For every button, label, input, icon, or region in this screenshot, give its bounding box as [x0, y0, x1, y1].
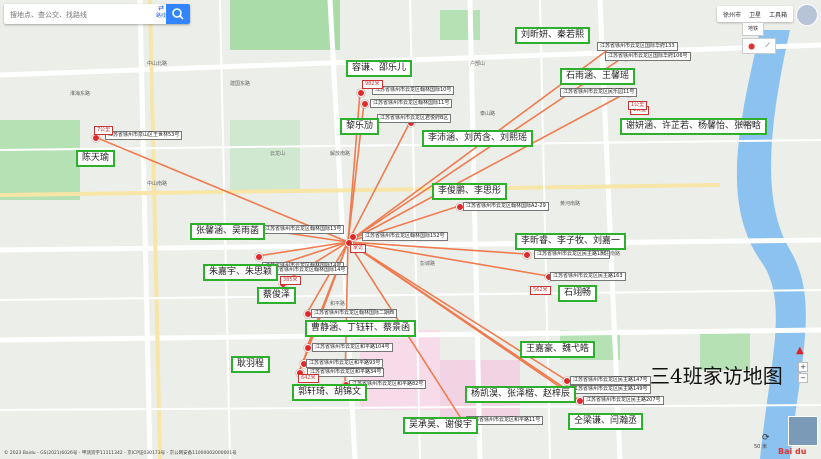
address-label: 江苏省徐州市云龙区民主路147号: [570, 376, 651, 385]
address-label: 江苏省徐州市云龙区和平路93号: [306, 359, 384, 368]
map-tools: ⬤ ⟋: [742, 38, 776, 54]
toolbox-button[interactable]: 工具箱: [769, 10, 787, 19]
location-pin[interactable]: [361, 100, 369, 108]
location-pin[interactable]: [349, 233, 357, 241]
location-pin[interactable]: [92, 134, 100, 142]
street-view-thumbnail[interactable]: [788, 416, 818, 446]
distance-tag: 982米: [362, 80, 383, 89]
address-label: 江苏省徐州市云龙区翰林国际10号: [372, 86, 455, 95]
street-label: 云龙山: [270, 151, 286, 157]
address-label: 江苏省徐州市云龙区民主路163: [550, 272, 626, 281]
address-label: 江苏省徐州市泉山区王世林53号: [105, 131, 183, 140]
address-label: 江苏省徐州市云龙区国际华府106号: [605, 52, 691, 61]
distance-tag: 642米: [298, 374, 319, 383]
address-label: 江苏省徐州市云龙区国际华府133: [597, 42, 678, 51]
map-app[interactable]: ⇄ 路线 徐州市 卫星 工具箱 地铁 ⬤ ⟋ 家访 江苏省徐州市云龙区国际华府13…: [0, 0, 821, 459]
city-selector[interactable]: 徐州市: [723, 10, 741, 19]
street-label: 户部山: [470, 61, 486, 67]
compass-icon[interactable]: ▲: [796, 345, 806, 357]
address-label: 江苏省徐州市云龙区民主路136: [534, 250, 610, 259]
student-label: 杨凯淏、张泽楷、赵梓辰: [465, 386, 577, 403]
route-label: 路线: [155, 13, 166, 19]
search-icon: [172, 8, 184, 20]
park-area: [440, 10, 480, 40]
student-label: 刘昕妍、秦若熙: [515, 27, 591, 44]
street-label: 黄河南路: [560, 201, 581, 207]
location-pin[interactable]: [523, 251, 531, 259]
hub-label: 家访: [350, 244, 367, 253]
student-label: 仝梁谦、闫瀚丞: [568, 413, 644, 430]
student-label: 李俊鹏、李思彤: [432, 183, 508, 200]
address-label: 江苏省徐州市云龙区翰林国际A2-29: [463, 202, 549, 211]
address-label: 江苏省徐州市云龙区翰林国际11号: [370, 99, 453, 108]
street-label: 淮海东路: [70, 91, 91, 97]
satellite-button[interactable]: 卫星: [749, 10, 761, 19]
distance-tag: 1公里: [628, 101, 648, 110]
student-label: 张馨涵、吴雨菡: [190, 223, 266, 240]
student-label: 李沛涵、刘芮含、刘熙瑶: [422, 130, 534, 147]
search-bar: ⇄ 路线: [4, 4, 190, 24]
distance-tag: 562米: [530, 286, 551, 295]
street-label: 中山北路: [147, 61, 168, 67]
distance-tag: 7公里: [94, 126, 114, 135]
measure-icon[interactable]: ⟋: [766, 42, 770, 50]
student-label: 石雨涵、王馨瑶: [560, 68, 636, 85]
student-label: 王嘉豪、魏弋皓: [520, 341, 596, 358]
street-label: 建国东路: [230, 81, 251, 87]
street-label: 故黄河: [740, 121, 756, 127]
student-label: 黎乐劢: [340, 118, 380, 135]
student-label: 朱嘉宇、朱思颖: [203, 264, 279, 281]
street-label: 民主南路: [600, 251, 621, 257]
student-label: 陈天瑜: [76, 150, 116, 167]
address-label: 江苏省徐州市云龙区和平路104号: [312, 343, 393, 352]
address-label: 江苏省徐州市云龙区民乐园11号: [560, 88, 638, 97]
zoom-out-button[interactable]: −: [798, 373, 808, 383]
student-label: 郭轩琦、胡锦文: [292, 384, 368, 401]
map-toolbar: 徐州市 卫星 工具箱: [716, 6, 793, 22]
search-button[interactable]: [166, 4, 190, 24]
location-pin[interactable]: [304, 344, 312, 352]
street-label: 解放南路: [330, 151, 351, 157]
address-label: 江苏省徐州市云龙区民主路149号: [570, 385, 651, 394]
search-input[interactable]: [8, 6, 152, 24]
student-label: 蔡俊泽: [257, 287, 297, 304]
distance-tag: 385米: [280, 276, 301, 285]
student-label: 容谦、邵乐儿: [346, 60, 413, 77]
street-label: 中山南路: [147, 181, 168, 187]
scale-label: 50 米: [754, 444, 767, 450]
student-label: 耿羽程: [231, 356, 271, 373]
student-label: 曹静涵、丁钰轩、蔡景函: [305, 320, 417, 337]
street-label: 和平路: [330, 301, 346, 307]
address-label: 江苏省徐州市云龙区翰林国际152号: [362, 232, 448, 241]
brand-logo: Bai du: [778, 447, 807, 456]
pin-icon[interactable]: ⬤: [748, 43, 755, 50]
student-label: 石翊畅: [558, 285, 598, 302]
park-area: [0, 120, 80, 200]
address-label: 江苏省徐州市云龙区民主路207号: [583, 396, 664, 405]
location-pin[interactable]: [357, 89, 365, 97]
address-label: 江苏省徐州市云龙区和平路34号: [307, 368, 385, 377]
address-label: 江苏省徐州市云龙区君悦府B区: [377, 114, 452, 123]
zoom-in-button[interactable]: +: [798, 362, 808, 372]
street-label: 彭城路: [420, 261, 436, 267]
street-label: 泰山路: [480, 111, 496, 117]
subway-button[interactable]: 地铁: [742, 22, 764, 36]
copyright-footer: © 2023 Baidu - GS(2021)6026号 - 甲测资字11111…: [4, 451, 237, 456]
location-pin[interactable]: [255, 253, 263, 261]
address-label: 江苏省徐州市云龙区翰林国际14号: [266, 266, 349, 275]
student-label: 李昕睿、李子牧、刘嘉一: [515, 233, 627, 250]
refresh-icon[interactable]: ⟳: [762, 433, 772, 443]
avatar[interactable]: [796, 4, 818, 26]
map-title: 三4班家访地图: [650, 364, 783, 388]
student-label: 吴承昊、谢俊宇: [403, 417, 479, 434]
park-area: [230, 120, 300, 190]
address-label: 江苏省徐州市云龙区翰林国际二期西: [311, 309, 398, 318]
park-area: [230, 0, 340, 50]
address-label: 江苏省徐州市云龙区翰林国际13号: [262, 225, 345, 234]
